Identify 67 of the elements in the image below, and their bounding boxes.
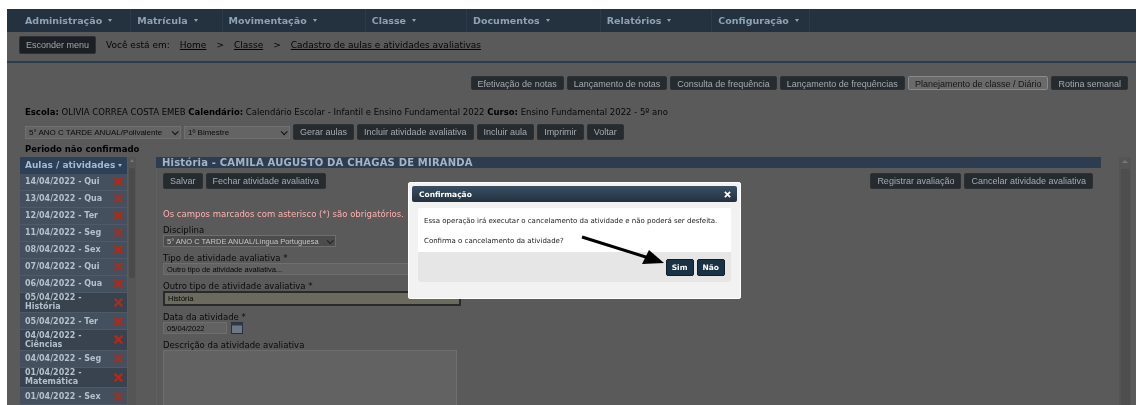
delete-icon[interactable] xyxy=(114,354,123,363)
menu-item[interactable]: Movimentação xyxy=(222,9,366,32)
nav-button[interactable]: Consulta de frequência xyxy=(670,76,777,90)
menu-item[interactable]: Relatórios xyxy=(600,9,713,32)
sidebar-item[interactable]: 05/04/2022 - Ter xyxy=(20,313,127,330)
delete-icon[interactable] xyxy=(114,177,123,186)
panel-title: História - CAMILA AUGUSTO DA CHAGAS DE MIRANDA xyxy=(156,157,1101,168)
delete-icon[interactable] xyxy=(114,335,123,345)
hide-menu-button[interactable]: Esconder menu xyxy=(19,36,97,54)
form-button[interactable]: Fechar atividade avaliativa xyxy=(205,173,327,189)
caret-icon xyxy=(108,19,113,22)
caret-icon xyxy=(667,19,672,22)
breadcrumb-label: Você está em: xyxy=(106,40,170,50)
field-label: Descrição da atividade avaliativa xyxy=(163,340,305,350)
field-label: Outro tipo de atividade avaliativa * xyxy=(163,281,313,291)
delete-icon[interactable] xyxy=(114,316,123,326)
nav-button[interactable]: Lançamento de notas xyxy=(566,76,668,90)
nav-button[interactable]: Lançamento de frequências xyxy=(779,76,905,90)
breadcrumb-link[interactable]: Classe xyxy=(233,40,264,50)
menu-item[interactable]: Documentos xyxy=(467,9,601,32)
menu-item[interactable]: Matrícula xyxy=(131,9,223,32)
action-button[interactable]: Voltar xyxy=(586,124,624,140)
delete-icon[interactable] xyxy=(114,228,123,237)
caret-icon xyxy=(545,19,550,22)
field-label: Data da atividade * xyxy=(163,312,246,322)
field-label: Disciplina xyxy=(163,225,205,235)
required-note: Os campos marcados com asterisco (*) são obrigatórios. xyxy=(163,209,404,219)
delete-icon[interactable] xyxy=(114,391,123,401)
close-icon[interactable] xyxy=(724,190,731,198)
delete-icon[interactable] xyxy=(114,279,123,288)
caret-icon xyxy=(794,19,799,22)
delete-icon[interactable] xyxy=(114,194,123,203)
delete-icon[interactable] xyxy=(114,211,123,220)
caret-icon xyxy=(412,19,417,22)
sidebar-item[interactable]: 01/04/2022 - Sex xyxy=(20,388,127,405)
menu-item[interactable]: Classe xyxy=(365,9,468,32)
delete-icon[interactable] xyxy=(114,372,123,382)
breadcrumb-link[interactable]: Home xyxy=(179,40,207,50)
sidebar-item[interactable]: 04/04/2022 - Ciências xyxy=(20,330,127,351)
delete-icon[interactable] xyxy=(114,245,123,254)
action-button[interactable]: Incluir aula xyxy=(476,124,535,140)
field-label: Tipo de atividade avaliativa * xyxy=(163,253,288,263)
period-status: Periodo não confirmado xyxy=(25,144,141,154)
action-button[interactable]: Imprimir xyxy=(537,124,584,140)
caret-icon xyxy=(118,163,122,167)
calendar-icon[interactable] xyxy=(231,322,243,334)
nav-button[interactable]: Efetivação de notas xyxy=(470,76,564,90)
sidebar-item[interactable]: 05/04/2022 - História xyxy=(20,292,127,313)
form-button[interactable]: Salvar xyxy=(163,173,203,189)
school-info: Escola: OLIVIA CORREA COSTA EMEB Calendário: Calendário Escolar - Infantil e Ensino Fundamental 2022 Curso: Ensino Fundamental 2022 - 5º ano xyxy=(25,107,669,117)
breadcrumb-link[interactable]: Cadastro de aulas e atividades avaliativas xyxy=(290,40,481,50)
menu-item[interactable]: Configuração xyxy=(712,9,810,32)
select-field[interactable]: 1º Bimestre xyxy=(184,125,290,139)
nav-button[interactable]: Rotina semanal xyxy=(1051,76,1128,90)
delete-icon[interactable] xyxy=(114,262,123,271)
form-button[interactable]: Cancelar atividade avaliativa xyxy=(964,173,1093,189)
menu-item[interactable]: Administração xyxy=(19,9,132,32)
delete-icon[interactable] xyxy=(114,297,123,307)
sidebar-header[interactable]: Aulas / atividades xyxy=(20,157,127,174)
sidebar-item[interactable]: 01/04/2022 - Matemática xyxy=(20,367,127,388)
caret-icon xyxy=(312,19,317,22)
breadcrumb-separator: > xyxy=(273,40,281,50)
form-button[interactable]: Registrar avaliação xyxy=(870,173,962,189)
breadcrumb-separator: > xyxy=(216,40,224,50)
action-button[interactable]: Incluir atividade avaliativa xyxy=(357,124,474,140)
caret-icon xyxy=(193,19,198,22)
action-button[interactable]: Gerar aulas xyxy=(293,124,355,140)
